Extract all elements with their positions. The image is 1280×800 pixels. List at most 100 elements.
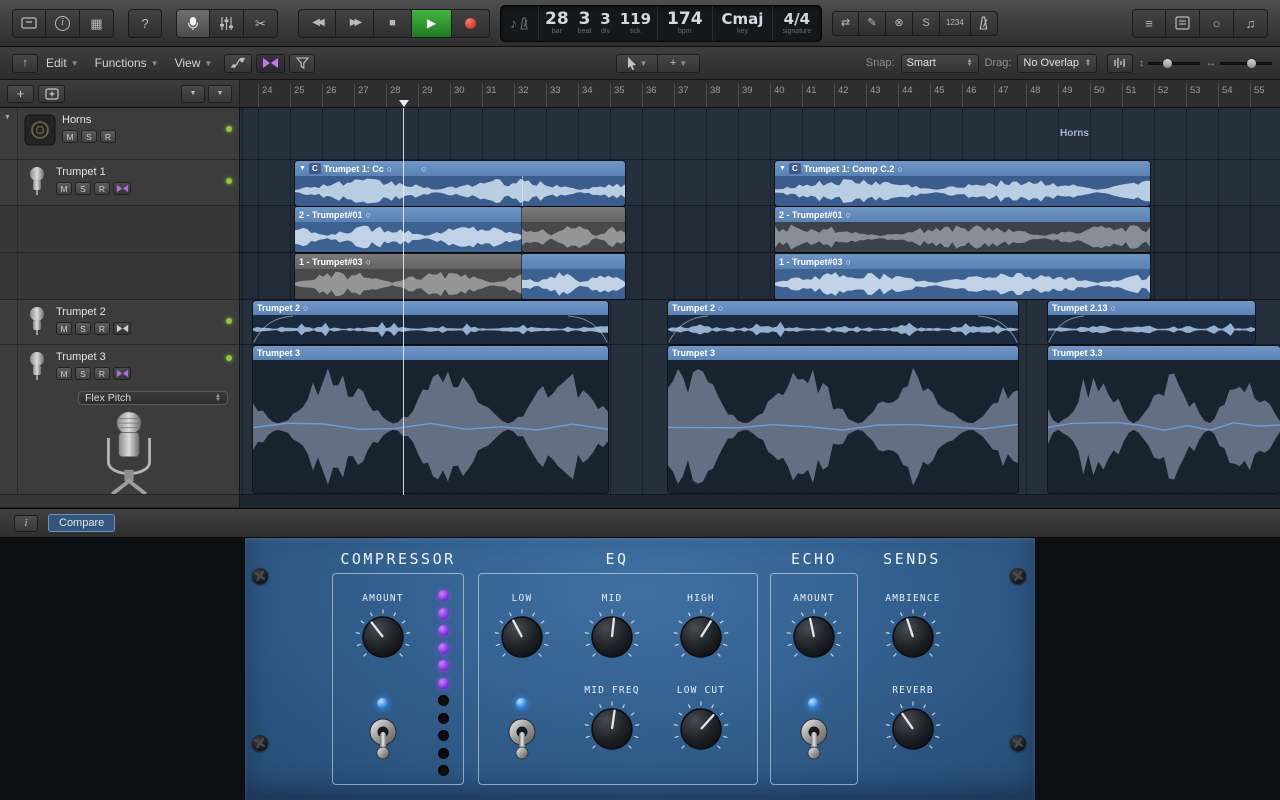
div-value[interactable]: 3 (600, 10, 610, 28)
back-button[interactable]: ↑ (12, 54, 38, 73)
arrange-lanes[interactable]: Horns ▼ C Trumpet 1: Cc ○ ○ (240, 108, 1280, 508)
region-trumpet3-2[interactable]: Trumpet 3 (668, 346, 1018, 493)
loop-browser-button[interactable]: ○ (1200, 9, 1234, 38)
command-click-tool-menu[interactable]: + ▼ (658, 54, 700, 73)
ruler-bar-27[interactable]: 27 (354, 83, 386, 107)
track-filter-button[interactable] (289, 54, 315, 73)
take-region-1-comp1[interactable]: 1 - Trumpet#03○ (295, 254, 625, 299)
flex-toggle-button[interactable] (113, 182, 131, 195)
ruler-bar-38[interactable]: 38 (706, 83, 738, 107)
mute-button[interactable]: M (56, 367, 72, 380)
ruler-bar-24[interactable]: 24 (258, 83, 290, 107)
mute-button[interactable]: M (62, 130, 78, 143)
region-trumpet2-1[interactable]: Trumpet 2○ (253, 301, 608, 344)
eq-mid-freq-knob[interactable]: MID FREQ (567, 685, 657, 758)
inspector-button[interactable]: i (46, 9, 80, 38)
eq-power-switch[interactable] (504, 716, 540, 762)
playhead-line[interactable] (403, 108, 404, 495)
eq-mid-knob[interactable]: MID (567, 593, 657, 666)
solo-button[interactable]: S (81, 130, 97, 143)
mute-button[interactable]: M (56, 322, 72, 335)
take-region-2-comp1[interactable]: 2 - Trumpet#01○ (295, 207, 625, 252)
ruler-bar-48[interactable]: 48 (1026, 83, 1058, 107)
mixer-button[interactable] (210, 9, 244, 38)
edit-menu[interactable]: Edit▼ (38, 47, 87, 79)
ruler-bar-46[interactable]: 46 (962, 83, 994, 107)
automation-button[interactable] (224, 54, 252, 73)
browsers-button[interactable]: ♫ (1234, 9, 1268, 38)
count-in-button[interactable]: 1234 (940, 11, 971, 36)
ruler-bar-44[interactable]: 44 (898, 83, 930, 107)
disclosure-triangle-icon[interactable]: ▼ (4, 114, 11, 121)
vertical-zoom-slider[interactable]: ↕ (1139, 58, 1200, 69)
ruler-bar-53[interactable]: 53 (1186, 83, 1218, 107)
ruler-bar-49[interactable]: 49 (1058, 83, 1090, 107)
metronome-button[interactable] (971, 11, 998, 36)
snap-dropdown[interactable]: Smart▲▼ (901, 54, 979, 73)
record-enable-button[interactable]: R (94, 367, 110, 380)
solo-button[interactable]: S (75, 322, 91, 335)
take-lane-1[interactable]: 1 - Trumpet#03○ 1 - Trumpet#03○ (240, 253, 1280, 300)
ruler-bar-37[interactable]: 37 (674, 83, 706, 107)
note-pads-button[interactable] (1166, 9, 1200, 38)
beat-value[interactable]: 3 (579, 10, 591, 28)
record-enable-button[interactable]: R (94, 322, 110, 335)
horns-region-label[interactable]: Horns (1060, 128, 1089, 139)
duplicate-track-button[interactable] (38, 85, 65, 103)
track-view-menu[interactable]: ▼ (208, 85, 232, 103)
functions-menu[interactable]: Functions▼ (87, 47, 167, 79)
comp-disclosure-icon[interactable]: ▼ (779, 165, 786, 172)
ruler-bar-42[interactable]: 42 (834, 83, 866, 107)
sends-reverb-knob[interactable]: REVERB (868, 685, 958, 758)
eq-high-knob[interactable]: HIGH (656, 593, 746, 666)
flex-mode-dropdown[interactable]: Flex Pitch ▲▼ (78, 391, 228, 405)
track-header-trumpet3[interactable]: Trumpet 3 M S R Flex P (0, 345, 239, 495)
flex-button[interactable] (256, 54, 285, 73)
solo-mode-button[interactable]: S (913, 11, 940, 36)
ruler-bar-51[interactable]: 51 (1122, 83, 1154, 107)
ruler-bar-26[interactable]: 26 (322, 83, 354, 107)
waveform-zoom-button[interactable] (1107, 54, 1133, 73)
stop-button[interactable]: ■ (374, 9, 412, 38)
mute-button[interactable]: M (56, 182, 72, 195)
horizontal-zoom-slider[interactable]: ↔ (1206, 58, 1272, 69)
lane-horns[interactable]: Horns (240, 108, 1280, 160)
ruler-bar-47[interactable]: 47 (994, 83, 1026, 107)
ruler-bar-32[interactable]: 32 (514, 83, 546, 107)
record-enable-button[interactable]: R (94, 182, 110, 195)
track-header-trumpet2[interactable]: Trumpet 2 M S R (0, 300, 239, 345)
ruler-bar-40[interactable]: 40 (770, 83, 802, 107)
track-header-trumpet1[interactable]: Trumpet 1 M S R (0, 160, 239, 206)
key-display[interactable]: Cmajkey (713, 6, 774, 41)
forward-button[interactable]: ▶▶ (336, 9, 374, 38)
ruler-bar-33[interactable]: 33 (546, 83, 578, 107)
editors-toggle-button[interactable]: ✂ (244, 9, 278, 38)
media-button[interactable]: ▦ (80, 9, 114, 38)
left-click-tool-menu[interactable]: ▼ (616, 54, 658, 73)
track-header-horns[interactable]: ▼ Horns M S R (0, 108, 239, 160)
ruler-bar-55[interactable]: 55 (1250, 83, 1280, 107)
tempo-display[interactable]: 174bpm (658, 6, 713, 41)
sends-ambience-knob[interactable]: AMBIENCE (868, 593, 958, 666)
lane-trumpet1[interactable]: ▼ C Trumpet 1: Cc ○ ○ ▼ C Tr (240, 160, 1280, 206)
plugin-info-button[interactable]: i (14, 515, 38, 532)
smart-controls-button[interactable] (176, 9, 210, 38)
bar-ruler[interactable]: 2425262728293031323334353637383940414243… (240, 80, 1280, 107)
ruler-bar-45[interactable]: 45 (930, 83, 962, 107)
eq-low-knob[interactable]: LOW (477, 593, 567, 666)
tick-value[interactable]: 119 (620, 10, 651, 28)
ruler-bar-35[interactable]: 35 (610, 83, 642, 107)
lcd-display[interactable]: ♪ 28bar 3beat 3div 119tick 174bpm Cmajke… (500, 5, 822, 42)
take-lane-2[interactable]: 2 - Trumpet#01○ 2 - Trumpet#01○ (240, 206, 1280, 253)
list-editors-button[interactable]: ≡ (1132, 9, 1166, 38)
ruler-bar-31[interactable]: 31 (482, 83, 514, 107)
ruler-bar-34[interactable]: 34 (578, 83, 610, 107)
ruler-bar-30[interactable]: 30 (450, 83, 482, 107)
ruler-bar-52[interactable]: 52 (1154, 83, 1186, 107)
region-trumpet3-1[interactable]: Trumpet 3 (253, 346, 608, 493)
library-button[interactable] (12, 9, 46, 38)
playhead-marker[interactable] (399, 100, 409, 107)
playhead-position[interactable]: 28bar 3beat 3div 119tick (539, 6, 658, 41)
region-trumpet3-3[interactable]: Trumpet 3.3 (1048, 346, 1280, 493)
record-enable-button[interactable]: R (100, 130, 116, 143)
